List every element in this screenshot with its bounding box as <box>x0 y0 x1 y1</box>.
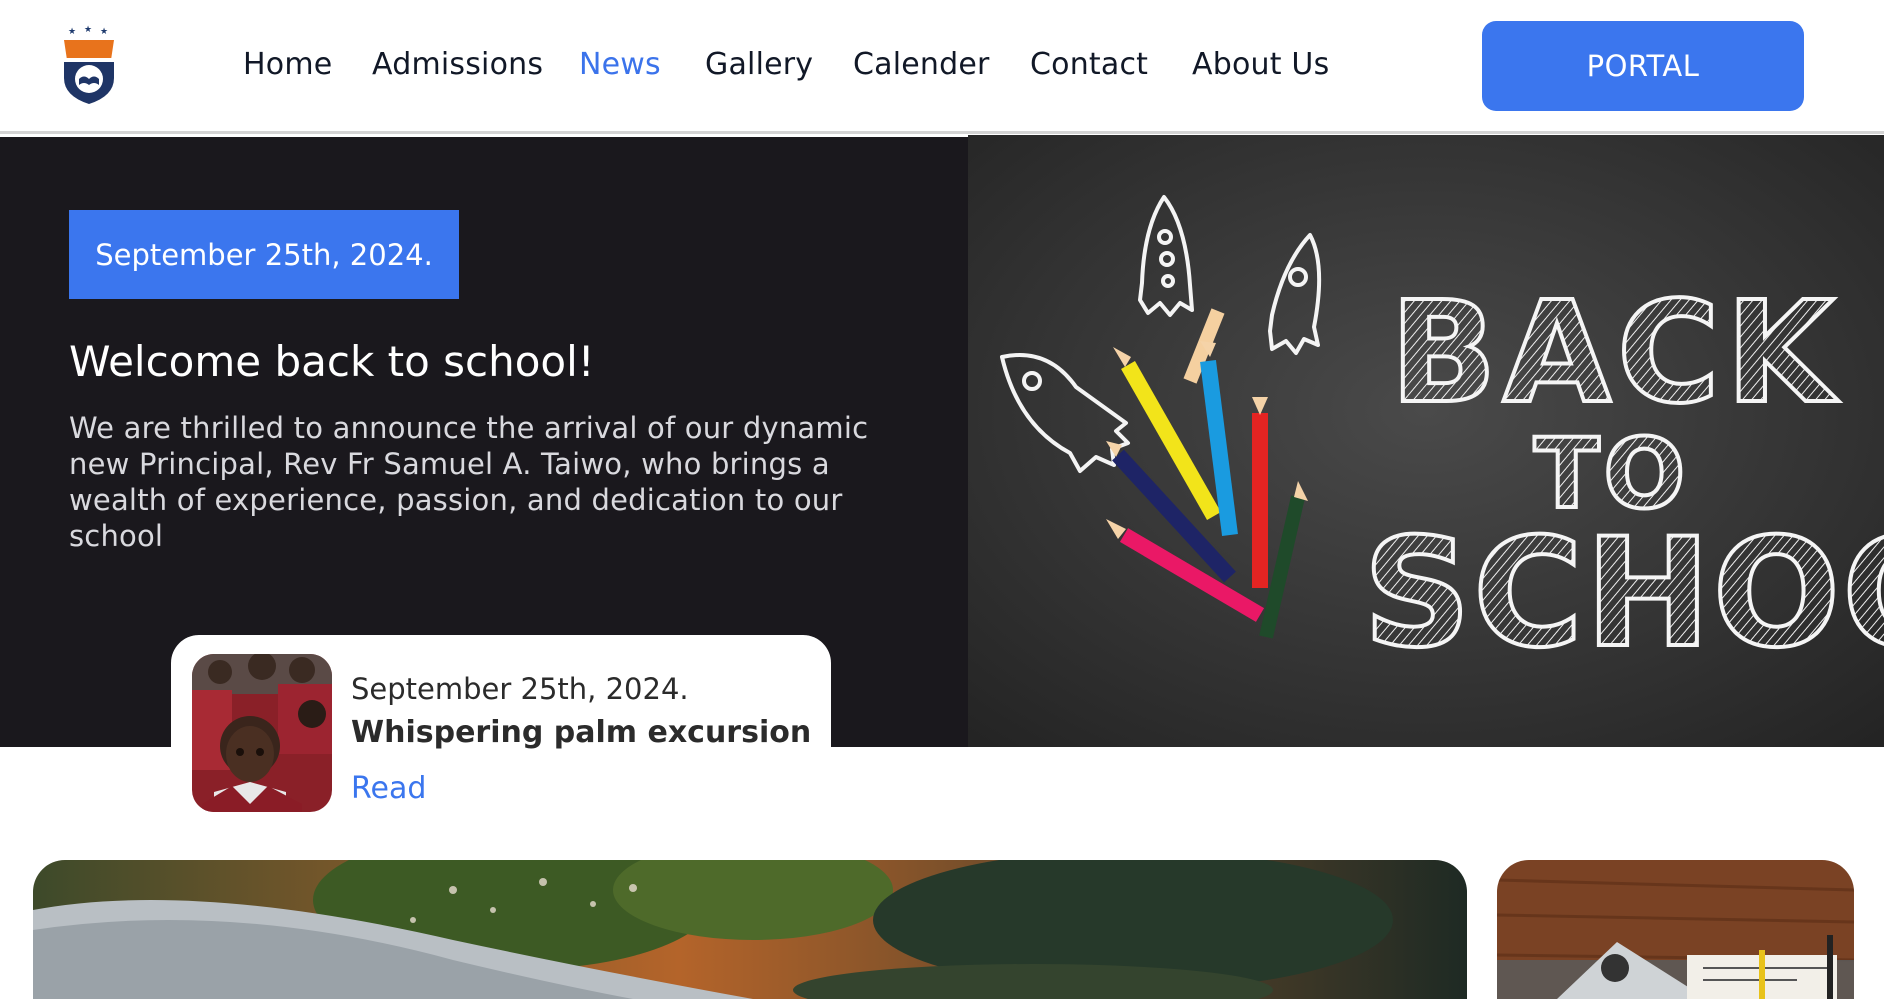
hero-description: We are thrilled to announce the arrival … <box>69 411 869 553</box>
nav-gallery[interactable]: Gallery <box>705 47 813 82</box>
news-date: September 25th, 2024. <box>351 672 689 706</box>
news-thumbnail-image <box>192 654 332 812</box>
gallery-photo-garden[interactable] <box>33 860 1467 999</box>
chalk-text-school: SCHOOL <box>1363 507 1884 681</box>
nav-contact[interactable]: Contact <box>1030 47 1148 82</box>
hero-title: Welcome back to school! <box>69 337 595 386</box>
gallery-photo-desk[interactable] <box>1497 860 1854 999</box>
svg-text:★: ★ <box>100 27 108 37</box>
news-title: Whispering palm excursion <box>351 715 812 750</box>
school-crest-icon[interactable]: ★ ★ ★ <box>56 24 122 106</box>
news-card[interactable]: September 25th, 2024. Whispering palm ex… <box>171 635 831 831</box>
svg-text:★: ★ <box>84 25 92 35</box>
news-read-link[interactable]: Read <box>351 771 426 806</box>
chalk-text-back: BACK <box>1390 272 1840 435</box>
nav-admissions[interactable]: Admissions <box>372 47 543 82</box>
site-header: ★ ★ ★ Home Admissions News Gallery Calen… <box>0 0 1884 134</box>
nav-calender[interactable]: Calender <box>853 47 990 82</box>
nav-news[interactable]: News <box>579 47 661 82</box>
nav-home[interactable]: Home <box>243 47 332 82</box>
portal-button[interactable]: PORTAL <box>1482 21 1804 111</box>
hero-date-badge: September 25th, 2024. <box>69 210 459 299</box>
svg-text:★: ★ <box>68 27 76 37</box>
nav-about-us[interactable]: About Us <box>1192 47 1329 82</box>
back-to-school-image: BACK TO SCHOOL <box>968 135 1884 747</box>
